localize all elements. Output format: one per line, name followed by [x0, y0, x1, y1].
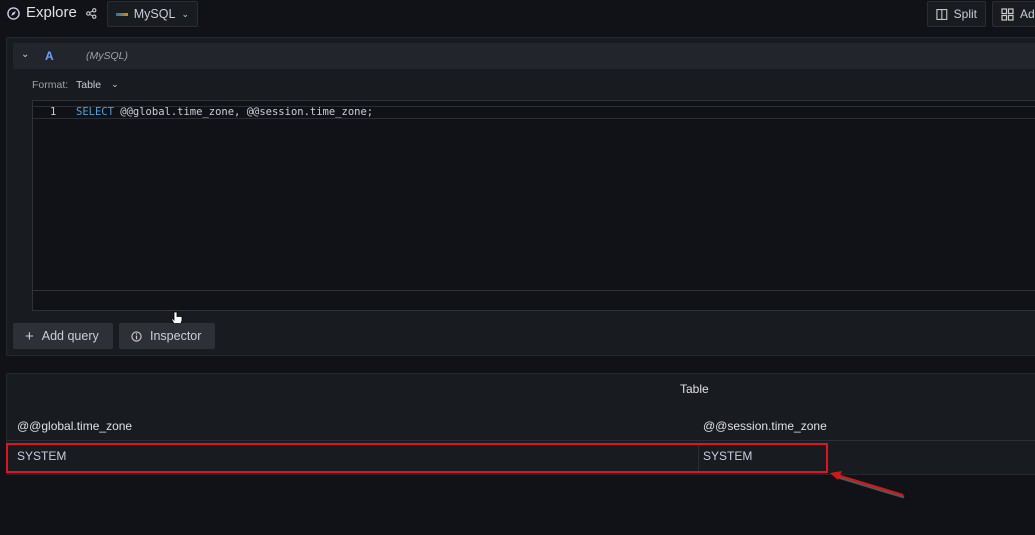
sql-rest: @@global.time_zone, @@session.time_zone; — [113, 106, 374, 118]
share-icon[interactable] — [86, 8, 97, 19]
split-label: Split — [953, 7, 977, 21]
column-header[interactable]: @@global.time_zone — [17, 419, 132, 433]
mysql-logo-icon — [116, 12, 128, 16]
inspector-button[interactable]: Inspector — [119, 323, 215, 349]
query-ref-id[interactable]: A — [45, 49, 54, 63]
results-title: Table — [680, 382, 709, 396]
datasource-name: MySQL — [133, 7, 176, 21]
sql-code: SELECT @@global.time_zone, @@session.tim… — [76, 106, 373, 118]
format-label: Format: — [32, 79, 69, 91]
page-title: Explore — [26, 4, 77, 21]
query-row-header: ⌄ A (MySQL) — [13, 43, 1035, 69]
annotation-arrow-icon — [830, 471, 905, 499]
compass-icon — [7, 7, 20, 20]
inspector-label: Inspector — [150, 329, 202, 343]
highlight-box — [6, 443, 828, 473]
add-button[interactable]: Ad — [992, 1, 1035, 27]
info-icon — [131, 330, 142, 342]
sql-editor[interactable]: 1 SELECT @@global.time_zone, @@session.t… — [32, 100, 1035, 311]
add-label: Ad — [1020, 7, 1035, 21]
datasource-picker[interactable]: MySQL ⌄ — [107, 1, 198, 27]
datasource-hint: (MySQL) — [86, 50, 128, 62]
split-button[interactable]: Split — [927, 1, 986, 27]
collapse-chevron-icon[interactable]: ⌄ — [21, 49, 29, 60]
editor-divider — [33, 290, 1035, 291]
split-icon — [936, 8, 948, 20]
format-value: Table — [76, 79, 102, 91]
chevron-down-icon: ⌄ — [181, 8, 189, 19]
top-bar: Explore MySQL ⌄ Split Ad — [0, 0, 1035, 30]
chevron-down-icon: ⌄ — [111, 79, 119, 89]
column-header[interactable]: @@session.time_zone — [703, 419, 827, 433]
format-select[interactable]: Table ⌄ — [76, 79, 119, 91]
add-query-button[interactable]: + Add query — [13, 323, 113, 349]
grid-icon — [1001, 7, 1014, 21]
line-number: 1 — [50, 106, 57, 118]
plus-icon: + — [25, 327, 34, 345]
add-query-label: Add query — [41, 329, 99, 343]
sql-keyword: SELECT — [76, 106, 114, 118]
